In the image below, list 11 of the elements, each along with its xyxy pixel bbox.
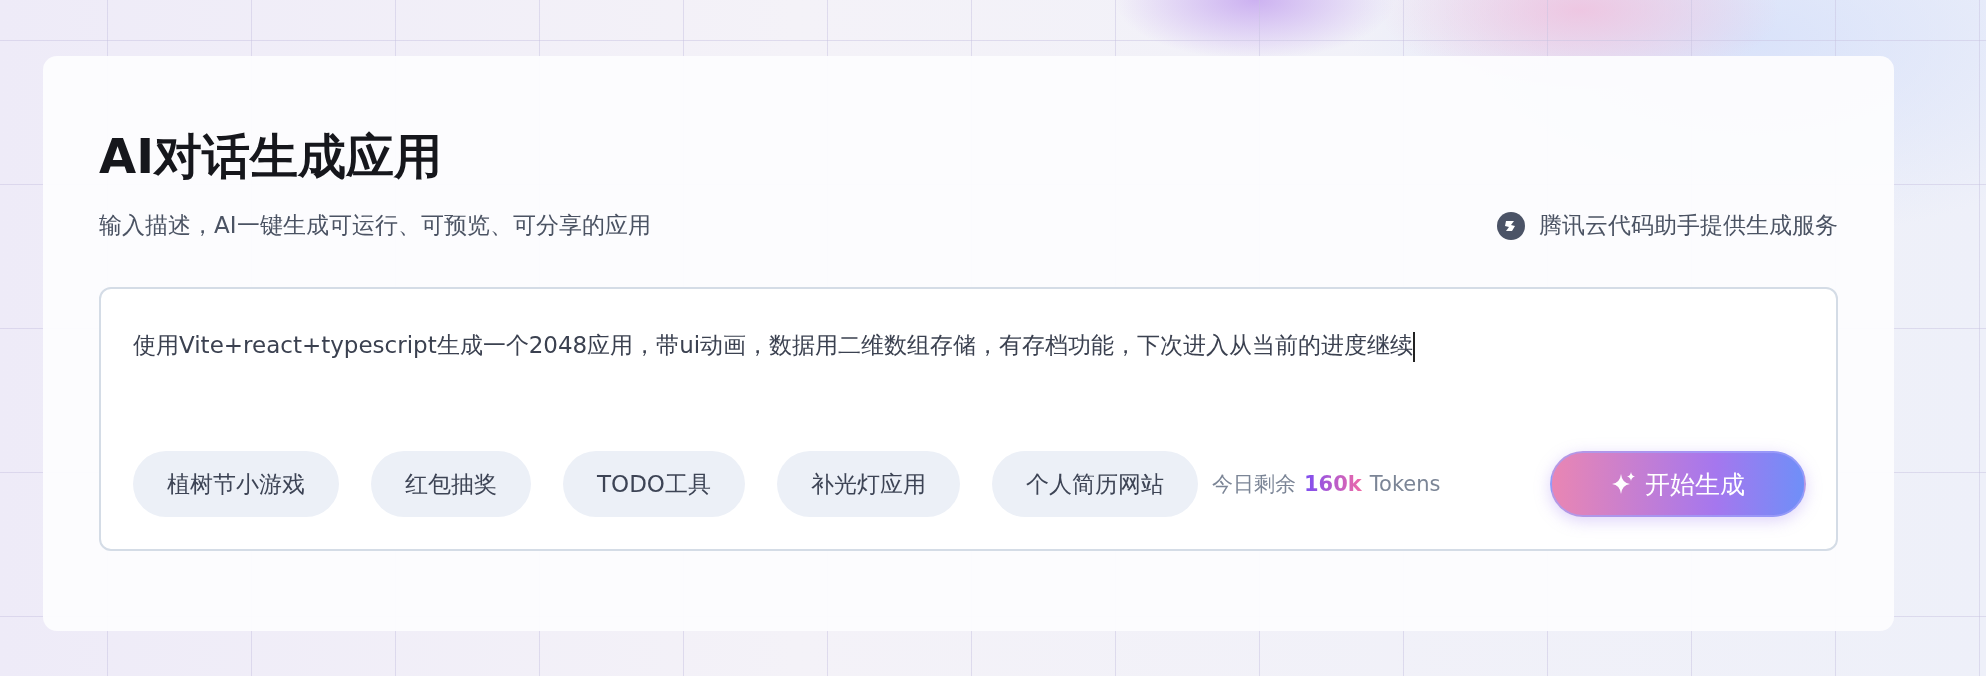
quota-label: 今日剩余 [1211,471,1296,498]
suggestion-chip[interactable]: 个人简历网站 [991,451,1198,517]
suggestion-chip[interactable]: 补光灯应用 [776,451,960,517]
prompt-input[interactable]: 使用Vite+react+typescript生成一个2048应用，带ui动画，数据用二维数组存储，有存档功能，下次进入从当前的进度继续 [133,327,1806,451]
quota-unit: Tokens [1369,472,1441,496]
subtitle: 输入描述，AI一键生成可运行、可预览、可分享的应用 [99,211,651,240]
suggestion-chip[interactable]: TODO工具 [563,451,745,517]
suggestion-chip[interactable]: 红包抽奖 [371,451,531,517]
suggestion-chip[interactable]: 植树节小游戏 [133,451,339,517]
page-title: AI对话生成应用 [99,127,443,186]
provider-note: 腾讯云代码助手提供生成服务 [1539,211,1838,240]
